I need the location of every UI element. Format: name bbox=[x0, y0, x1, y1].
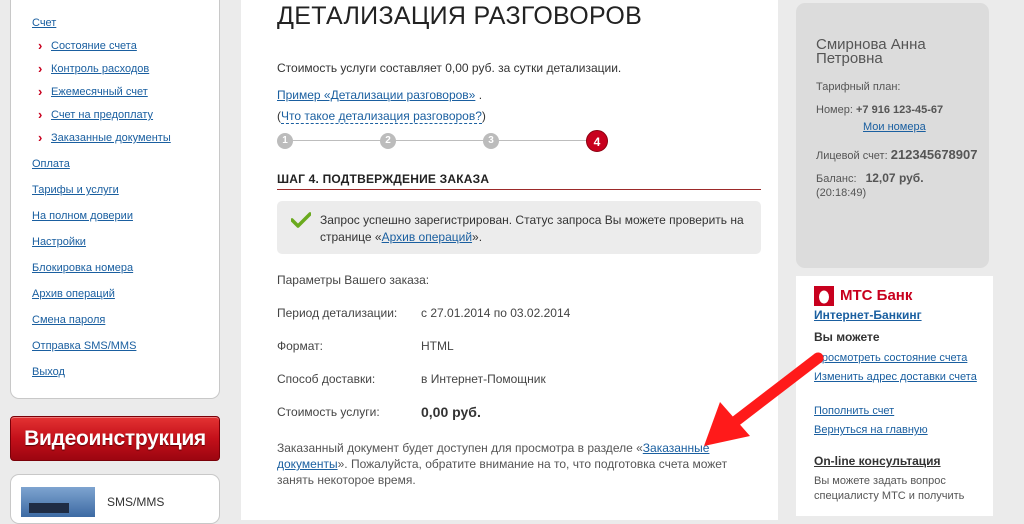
sidebar-item-tariffs[interactable]: Тарифы и услуги bbox=[32, 184, 119, 196]
sidebar-item-payment[interactable]: Оплата bbox=[32, 158, 70, 170]
bank-panel: МТС Банк Интернет-Банкинг Вы можете Прос… bbox=[796, 276, 993, 516]
top-up-account-link[interactable]: Пополнить счет bbox=[814, 404, 984, 419]
my-numbers-link[interactable]: Мои номера bbox=[863, 121, 926, 133]
param-label-cost: Стоимость услуги: bbox=[277, 405, 380, 419]
you-can-heading: Вы можете bbox=[814, 330, 880, 344]
bank-name: МТС Банк bbox=[840, 287, 913, 304]
step-2: 2 bbox=[380, 133, 396, 149]
sidebar-item-settings[interactable]: Настройки bbox=[32, 236, 86, 248]
internet-banking-link[interactable]: Интернет-Банкинг bbox=[814, 308, 922, 322]
page-title: ДЕТАЛИЗАЦИЯ РАЗГОВОРОВ bbox=[277, 2, 643, 30]
sidebar-item-account[interactable]: Счет bbox=[32, 17, 56, 29]
main-content: ДЕТАЛИЗАЦИЯ РАЗГОВОРОВ Стоимость услуги … bbox=[241, 0, 778, 520]
step-divider bbox=[277, 189, 761, 190]
what-is-link[interactable]: Что такое детализация разговоров? bbox=[281, 109, 482, 124]
sidebar-item-change-password[interactable]: Смена пароля bbox=[32, 314, 105, 326]
what-suffix: ) bbox=[481, 109, 486, 123]
sidebar-item-send-sms[interactable]: Отправка SMS/MMS bbox=[32, 340, 136, 352]
step-1: 1 bbox=[277, 133, 293, 149]
step-4-active: 4 bbox=[586, 130, 608, 152]
availability-note: Заказанный документ будет доступен для п… bbox=[277, 440, 747, 488]
operations-archive-link[interactable]: Архив операций bbox=[382, 230, 472, 244]
sidebar-item-logout[interactable]: Выход bbox=[32, 366, 65, 378]
success-text: Запрос успешно зарегистрирован. Статус з… bbox=[320, 212, 750, 246]
tariff-label: Тарифный план: bbox=[816, 81, 901, 93]
sidebar-item-expense-control[interactable]: Контроль расходов bbox=[38, 61, 149, 76]
balance-value: 12,07 руб. bbox=[865, 171, 924, 185]
sms-banner-image bbox=[21, 487, 95, 517]
video-instruction-button[interactable]: Видеоинструкция bbox=[10, 416, 220, 461]
online-consultation-text: Вы можете задать вопрос специалисту МТС … bbox=[814, 475, 965, 502]
profile-name: Смирнова Анна Петровна bbox=[816, 36, 926, 67]
sms-mms-banner[interactable]: SMS/MMS bbox=[10, 474, 220, 524]
account-row: Лицевой счет: 212345678907 bbox=[816, 147, 977, 162]
sidebar-menu: Счет Состояние счета Контроль расходов Е… bbox=[10, 0, 220, 399]
back-to-main-link[interactable]: Вернуться на главную bbox=[814, 423, 984, 438]
param-value-cost: 0,00 руб. bbox=[421, 404, 481, 420]
param-value-delivery: в Интернет-Помощник bbox=[421, 372, 546, 386]
step-3: 3 bbox=[483, 133, 499, 149]
sidebar-item-ordered-docs[interactable]: Заказанные документы bbox=[38, 130, 171, 145]
param-value-format: HTML bbox=[421, 339, 454, 353]
checkmark-icon bbox=[291, 212, 311, 228]
balance-row: Баланс: 12,07 руб. bbox=[816, 171, 924, 185]
sidebar-item-monthly-bill[interactable]: Ежемесячный счет bbox=[38, 84, 148, 99]
account-value: 212345678907 bbox=[890, 147, 978, 162]
success-message: Запрос успешно зарегистрирован. Статус з… bbox=[277, 201, 761, 254]
balance-label: Баланс: bbox=[816, 173, 857, 185]
example-suffix: . bbox=[475, 88, 483, 102]
number-row: Номер: +7 916 123-45-67 bbox=[816, 104, 943, 116]
change-delivery-address-link[interactable]: Изменить адрес доставки счета bbox=[814, 370, 984, 385]
sidebar-item-block-number[interactable]: Блокировка номера bbox=[32, 262, 133, 274]
sidebar-item-account-status[interactable]: Состояние счета bbox=[38, 38, 137, 53]
sidebar-item-prepay-bill[interactable]: Счет на предоплату bbox=[38, 107, 153, 122]
param-value-period: с 27.01.2014 по 03.02.2014 bbox=[421, 306, 571, 320]
online-consultation-link[interactable]: On-line консультация bbox=[814, 454, 941, 468]
success-text-part2: ». bbox=[472, 230, 483, 244]
number-value: +7 916 123-45-67 bbox=[855, 104, 944, 116]
sidebar-item-operations-archive[interactable]: Архив операций bbox=[32, 288, 115, 300]
number-label: Номер: bbox=[816, 104, 853, 116]
what-is-line: (Что такое детализация разговоров?) bbox=[277, 109, 486, 124]
service-cost-text: Стоимость услуги составляет 0,00 руб. за… bbox=[277, 61, 622, 75]
view-account-status-link[interactable]: Просмотреть состояние счета bbox=[814, 351, 984, 366]
account-label: Лицевой счет: bbox=[816, 150, 888, 162]
sidebar-item-full-trust[interactable]: На полном доверии bbox=[32, 210, 133, 222]
note-part1: Заказанный документ будет доступен для п… bbox=[277, 441, 643, 455]
param-label-format: Формат: bbox=[277, 339, 323, 353]
param-label-period: Период детализации: bbox=[277, 306, 398, 320]
profile-card: Смирнова Анна Петровна Тарифный план: Но… bbox=[796, 3, 989, 268]
step-progress: 1 2 3 4 bbox=[277, 130, 608, 154]
balance-time: (20:18:49) bbox=[816, 187, 867, 199]
example-line: Пример «Детализации разговоров» . bbox=[277, 88, 482, 102]
mts-egg-logo-icon bbox=[814, 286, 834, 306]
order-params-title: Параметры Вашего заказа: bbox=[277, 273, 430, 287]
param-label-delivery: Способ доставки: bbox=[277, 372, 376, 386]
step-progress-line bbox=[285, 140, 607, 141]
example-link[interactable]: Пример «Детализации разговоров» bbox=[277, 88, 475, 102]
note-part2: ». Пожалуйста, обратите внимание на то, … bbox=[277, 457, 728, 487]
step-title: ШАГ 4. ПОДТВЕРЖДЕНИЕ ЗАКАЗА bbox=[277, 172, 490, 186]
